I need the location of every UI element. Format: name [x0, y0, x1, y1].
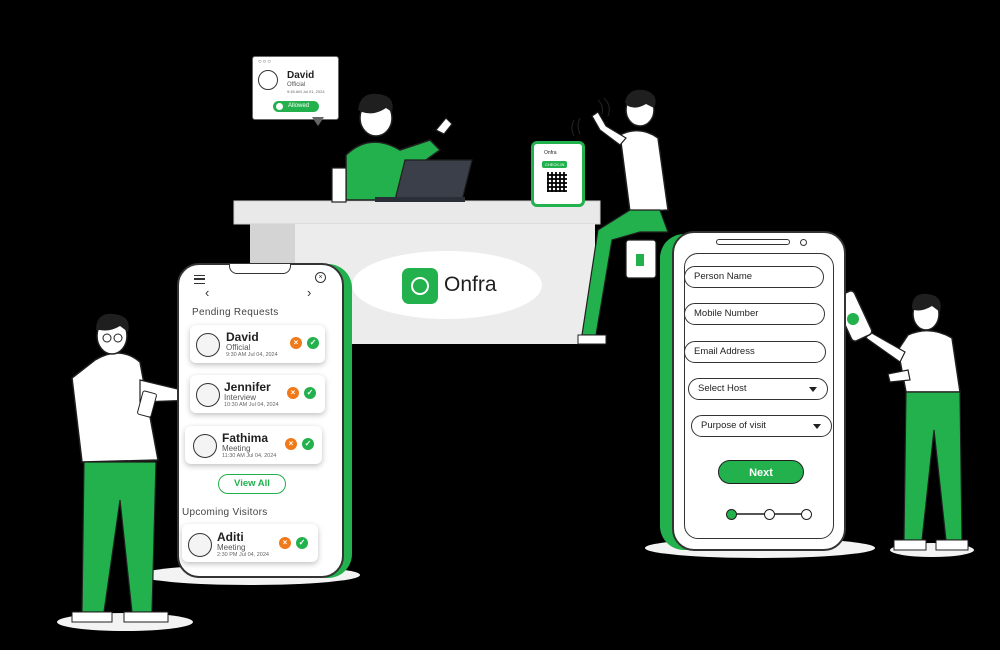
- purpose-dropdown[interactable]: Purpose of visit: [691, 415, 832, 437]
- kiosk-brand: Onfra: [544, 150, 557, 156]
- reception-scene: [57, 89, 974, 631]
- onfra-logo-icon: [411, 277, 429, 295]
- next-button[interactable]: Next: [718, 460, 804, 484]
- desk-brand-name: Onfra: [444, 273, 497, 296]
- checkin-kiosk: Onfra CHECK-IN: [531, 141, 585, 207]
- step-indicator-2: [764, 509, 775, 520]
- qr-code-icon: [547, 172, 567, 192]
- request-purpose: Official: [226, 343, 251, 352]
- right-visitor-figure: [833, 290, 969, 551]
- upcoming-card-aditi[interactable]: Aditi Meeting 2:30 PM Jul 04, 2024 × ✓: [182, 524, 318, 562]
- approve-button[interactable]: ✓: [307, 337, 319, 349]
- step-indicator-1: [726, 509, 737, 520]
- notification-name: David: [287, 70, 315, 81]
- close-icon[interactable]: ×: [315, 272, 326, 283]
- request-name: Fathima: [222, 431, 269, 445]
- kiosk-badge: CHECK-IN: [542, 161, 568, 168]
- request-name: Jennifer: [224, 380, 271, 394]
- mobile-number-field[interactable]: Mobile Number: [684, 303, 825, 325]
- chevron-right-icon[interactable]: ›: [307, 285, 311, 300]
- notification-time: 9:45 AM Jul 01, 2024: [287, 89, 325, 94]
- avatar: [188, 533, 212, 557]
- request-time: 10:30 AM Jul 04, 2024: [224, 402, 279, 408]
- select-host-dropdown[interactable]: Select Host: [688, 378, 828, 400]
- request-card-fathima[interactable]: Fathima Meeting 11:30 AM Jul 04, 2024 × …: [185, 426, 322, 464]
- purpose-label: Purpose of visit: [701, 420, 766, 431]
- avatar: [196, 333, 220, 357]
- chevron-down-icon: [813, 424, 821, 429]
- window-dots: ○○○: [258, 59, 272, 65]
- upcoming-name: Aditi: [217, 530, 244, 544]
- requests-phone-screen: × ‹ › Pending Requests David Official 9:…: [177, 263, 344, 578]
- request-card-jennifer[interactable]: Jennifer Interview 10:30 AM Jul 04, 2024…: [190, 375, 325, 413]
- chevron-down-icon: [809, 387, 817, 392]
- decline-button[interactable]: ×: [285, 438, 297, 450]
- request-purpose: Meeting: [222, 444, 251, 453]
- decline-button[interactable]: ×: [279, 537, 291, 549]
- request-time: 11:30 AM Jul 04, 2024: [222, 453, 277, 459]
- pending-requests-title: Pending Requests: [192, 307, 279, 318]
- allowed-badge: Allowed: [273, 101, 319, 112]
- visitor-notification: ○○○ David Official 9:45 AM Jul 01, 2024 …: [252, 56, 339, 120]
- email-address-field[interactable]: Email Address: [684, 341, 826, 363]
- step-indicator-3: [801, 509, 812, 520]
- chevron-left-icon[interactable]: ‹: [205, 285, 209, 300]
- request-card-david[interactable]: David Official 9:30 AM Jul 04, 2024 × ✓: [190, 325, 325, 363]
- form-phone-screen: Person Name Mobile Number Email Address …: [672, 231, 846, 551]
- allowed-label: Allowed: [288, 103, 310, 109]
- request-time: 9:30 AM Jul 04, 2024: [226, 352, 278, 358]
- upcoming-time: 2:30 PM Jul 04, 2024: [217, 552, 269, 558]
- phone-notch: [229, 264, 291, 274]
- avatar: [196, 383, 220, 407]
- camera-dot: [800, 239, 807, 246]
- approve-button[interactable]: ✓: [296, 537, 308, 549]
- decline-button[interactable]: ×: [290, 337, 302, 349]
- person-name-field[interactable]: Person Name: [684, 266, 824, 288]
- upcoming-visitors-title: Upcoming Visitors: [182, 507, 268, 518]
- speaker-bar: [716, 239, 790, 245]
- check-circle-icon: [276, 103, 283, 110]
- view-all-button[interactable]: View All: [218, 474, 286, 494]
- notification-role: Official: [287, 82, 306, 88]
- select-host-label: Select Host: [698, 383, 747, 394]
- desk-brand-logo: [402, 268, 438, 304]
- request-name: David: [226, 330, 259, 344]
- avatar: [193, 434, 217, 458]
- approve-button[interactable]: ✓: [304, 387, 316, 399]
- upcoming-purpose: Meeting: [217, 543, 246, 552]
- menu-icon[interactable]: [194, 275, 205, 284]
- notification-avatar: [258, 70, 278, 90]
- decline-button[interactable]: ×: [287, 387, 299, 399]
- approve-button[interactable]: ✓: [302, 438, 314, 450]
- bubble-tail: [312, 117, 324, 126]
- request-purpose: Interview: [224, 393, 257, 402]
